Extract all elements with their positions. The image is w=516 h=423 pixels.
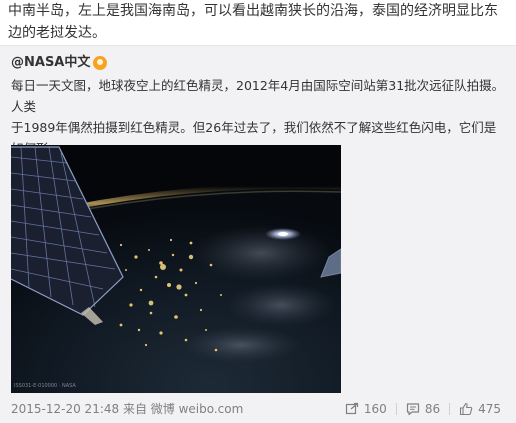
vip-badge-icon [93,56,108,70]
weibo-post-card: 中南半岛，左上是我国海南岛，可以看出越南狭长的沿海，泰国的经济明显比东 边的老挝… [0,0,516,423]
like-count: 475 [478,402,501,416]
earth-night-photo-image [11,145,341,393]
post-timestamp[interactable]: 2015-12-20 21:48 来自 微博 weibo.com [11,401,243,417]
earth-night-photo[interactable]: ISS031-E-010000 · NASA [11,145,341,393]
post-footer: 2015-12-20 21:48 来自 微博 weibo.com 160 86 [0,398,516,423]
repost-author-link[interactable]: @NASA中文 [11,54,90,72]
reposted-content: @NASA中文 每日一天文图，地球夜空上的红色精灵，2012年4月由国际空间站第… [0,45,516,399]
repost-button[interactable]: 160 [336,402,396,416]
original-post-text: 中南半岛，左上是我国海南岛，可以看出越南狭长的沿海，泰国的经济明显比东 边的老挝… [8,0,512,44]
repost-count: 160 [363,402,387,416]
original-post-line: 边的老挝发达。 [8,25,106,41]
comment-icon [406,403,419,416]
post-actions: 160 86 475 [336,399,510,419]
photo-credit: ISS031-E-010000 · NASA [14,383,76,389]
original-post-line: 中南半岛，左上是我国海南岛，可以看出越南狭长的沿海，泰国的经济明显比东 [8,3,498,19]
comment-count: 86 [424,402,441,416]
comment-button[interactable]: 86 [397,402,449,416]
repost-icon [345,402,359,415]
like-button[interactable]: 475 [450,402,510,416]
thumbs-up-icon [460,402,473,416]
repost-text-line: 每日一天文图，地球夜空上的红色精灵，2012年4月由国际空间站第31批次远征队拍… [11,78,505,114]
repost-author-line: @NASA中文 [11,54,108,72]
